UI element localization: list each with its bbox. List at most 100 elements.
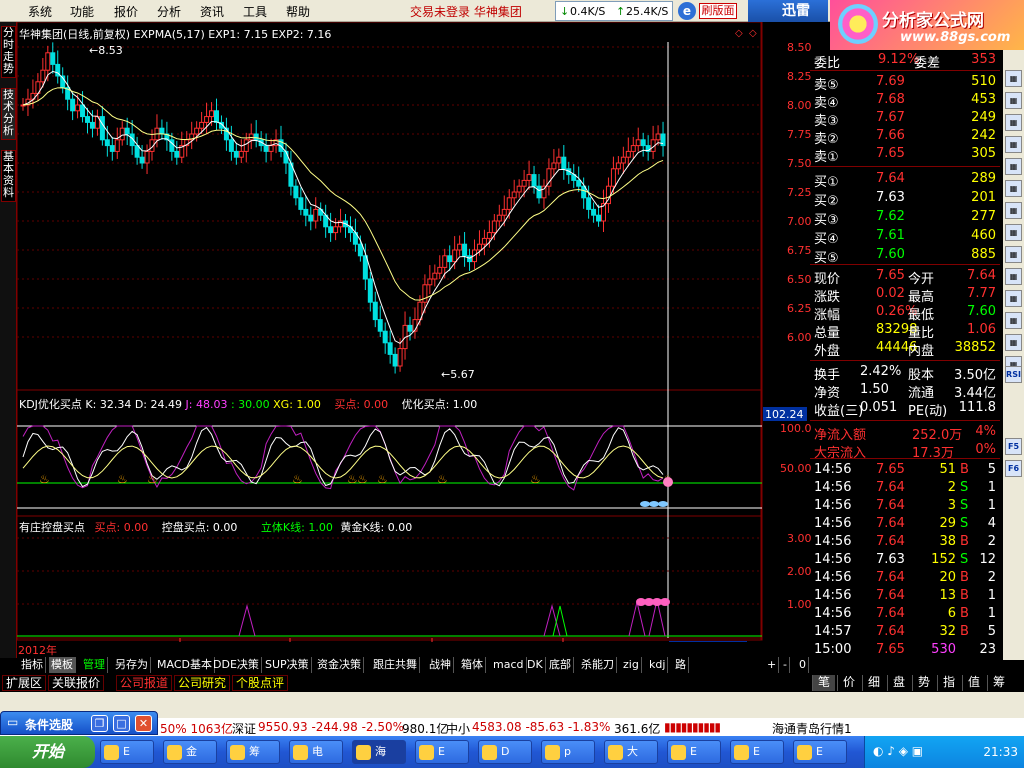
start-button[interactable]: 开始: [0, 736, 95, 768]
toolbar-rsi-button[interactable]: RSI: [1005, 366, 1022, 383]
taskbar-item[interactable]: 筹: [226, 740, 280, 764]
toolbar-f5-button[interactable]: F5: [1005, 438, 1022, 455]
toolbar-f6-button[interactable]: F6: [1005, 460, 1022, 477]
indicator-tab[interactable]: zig: [621, 657, 642, 673]
main-chart-title: 华神集团(日线,前复权) EXPMA(5,17) EXP1: 7.15 EXP2…: [19, 28, 332, 41]
taskbar-item[interactable]: E: [415, 740, 469, 764]
taskbar-item-label: 电: [312, 745, 323, 758]
refresh-layout-button[interactable]: 刷版面: [699, 3, 737, 19]
toolbar-chart-icon[interactable]: ▦: [1005, 202, 1022, 219]
indicator-tab[interactable]: DK: [525, 657, 546, 673]
indicator-tab[interactable]: 杀能刀: [579, 657, 617, 673]
indicator-tab[interactable]: macd: [491, 657, 527, 673]
menu-system[interactable]: 系统: [28, 3, 52, 20]
detail-tab[interactable]: 筹: [987, 675, 1010, 691]
menu-help[interactable]: 帮助: [286, 3, 310, 20]
toolbar-chart-icon[interactable]: ▦: [1005, 268, 1022, 285]
detail-tab[interactable]: 指: [937, 675, 960, 691]
ticker-seg1: 50% 1063亿: [160, 722, 234, 736]
info-tab[interactable]: 个股点评: [232, 675, 289, 691]
toolbar-chart-icon[interactable]: ▦: [1005, 70, 1022, 87]
indicator-tab[interactable]: 路: [673, 657, 689, 673]
stat2-value: 1.50: [860, 382, 889, 397]
detail-tab[interactable]: 细: [862, 675, 885, 691]
indicator-tab[interactable]: 指标: [19, 657, 46, 673]
indicator-tab[interactable]: 模板: [49, 657, 76, 673]
tab-intraday[interactable]: 分时走势: [1, 26, 16, 78]
toolbar-chart-icon[interactable]: ▦: [1005, 158, 1022, 175]
indicator-tab[interactable]: 管理: [81, 657, 108, 673]
tick-row: 14:56 7.64 20 B 2: [810, 570, 1000, 588]
menu-analysis[interactable]: 分析: [157, 3, 181, 20]
detail-tab[interactable]: 值: [962, 675, 985, 691]
nav-button[interactable]: -: [781, 657, 790, 673]
info-tab[interactable]: 扩展区: [2, 675, 47, 691]
left-tab-bar: 分时走势 技术分析 基本资料: [0, 22, 17, 658]
nav-button[interactable]: +: [765, 657, 780, 673]
toolbar-chart-icon[interactable]: ▦: [1005, 334, 1022, 351]
indicator-tab[interactable]: DDE决策: [211, 657, 262, 673]
restore-button[interactable]: ❐: [91, 715, 108, 732]
sell-volume: 510: [971, 74, 996, 89]
indicator-tab[interactable]: SUP决策: [263, 657, 312, 673]
taskbar-item[interactable]: 海: [352, 740, 406, 764]
taskbar-item[interactable]: E: [793, 740, 847, 764]
stat-row: 涨幅 0.26% 最低 7.60: [810, 304, 1000, 323]
indicator-tab[interactable]: MACD基本: [155, 657, 215, 673]
news-ticker[interactable]: 海通青岛行情1: [772, 720, 852, 737]
condition-select-window[interactable]: ▭ 条件选股 ❐ □ ✕: [0, 711, 158, 735]
toolbar-chart-icon[interactable]: ▦: [1005, 136, 1022, 153]
toolbar-chart-icon[interactable]: ▦: [1005, 246, 1022, 263]
taskbar-item[interactable]: 电: [289, 740, 343, 764]
menu-tools[interactable]: 工具: [243, 3, 267, 20]
menu-quote[interactable]: 报价: [114, 3, 138, 20]
chart-area[interactable]: 8.50 8.25 8.00 7.75 7.50 7.25 7.00 6.75 6.50 6.25…: [17, 22, 812, 657]
tick-row: 14:56 7.64 2 S 1: [810, 480, 1000, 498]
taskbar-item[interactable]: 金: [163, 740, 217, 764]
indicator-tab[interactable]: 底部: [547, 657, 574, 673]
taskbar-item[interactable]: D: [478, 740, 532, 764]
toolbar-chart-icon[interactable]: ▦: [1005, 180, 1022, 197]
tab-technical[interactable]: 技术分析: [1, 88, 16, 140]
candle-body: [655, 133, 661, 141]
maximize-button[interactable]: □: [113, 715, 130, 732]
toolbar-chart-icon[interactable]: ▦: [1005, 290, 1022, 307]
info-tab[interactable]: 公司报道: [116, 675, 173, 691]
detail-tab[interactable]: 盘: [887, 675, 910, 691]
detail-tab[interactable]: 笔: [812, 675, 835, 691]
buy-volume: 885: [971, 247, 996, 262]
indicator-tab[interactable]: kdj: [647, 657, 669, 673]
tick-row: 14:56 7.63 152 S 12: [810, 552, 1000, 570]
taskbar-item[interactable]: 大: [604, 740, 658, 764]
sell-label: 卖③: [814, 114, 839, 129]
chart-frame: [17, 22, 763, 641]
toolbar-chart-icon[interactable]: ▦: [1005, 312, 1022, 329]
tick-price: 7.64: [876, 588, 905, 603]
menu-info[interactable]: 资讯: [200, 3, 224, 20]
toolbar-chart-icon[interactable]: ▦: [1005, 92, 1022, 109]
indicator-tab[interactable]: 资金决策: [315, 657, 364, 673]
detail-tab[interactable]: 势: [912, 675, 935, 691]
detail-tab[interactable]: 价: [837, 675, 860, 691]
zhuang-spike: [238, 604, 256, 637]
toolbar-chart-icon[interactable]: ▦: [1005, 114, 1022, 131]
tab-fundamental[interactable]: 基本资料: [1, 150, 16, 202]
toolbar-chart-icon[interactable]: ▦: [1005, 224, 1022, 241]
xunlei-button[interactable]: 迅雷: [748, 0, 828, 22]
taskbar-item[interactable]: E: [730, 740, 784, 764]
browser-icon[interactable]: e: [678, 2, 696, 20]
taskbar-item[interactable]: p: [541, 740, 595, 764]
info-tab[interactable]: 公司研究: [174, 675, 231, 691]
taskbar-item[interactable]: E: [100, 740, 154, 764]
taskbar-item[interactable]: E: [667, 740, 721, 764]
indicator-tab[interactable]: 箱体: [459, 657, 486, 673]
indicator-tab[interactable]: 战神: [427, 657, 454, 673]
info-tab[interactable]: 关联报价: [48, 675, 105, 691]
indicator-tab[interactable]: 另存为: [113, 657, 151, 673]
close-button[interactable]: ✕: [135, 715, 152, 732]
kline-chart[interactable]: 8.50 8.25 8.00 7.75 7.50 7.25 7.00 6.75 6.50 6.25…: [17, 22, 812, 642]
price-axis-label: 7.75: [787, 128, 812, 141]
indicator-tab[interactable]: 跟庄共舞: [371, 657, 420, 673]
menu-function[interactable]: 功能: [70, 3, 94, 20]
nav-button[interactable]: 0: [797, 657, 809, 673]
